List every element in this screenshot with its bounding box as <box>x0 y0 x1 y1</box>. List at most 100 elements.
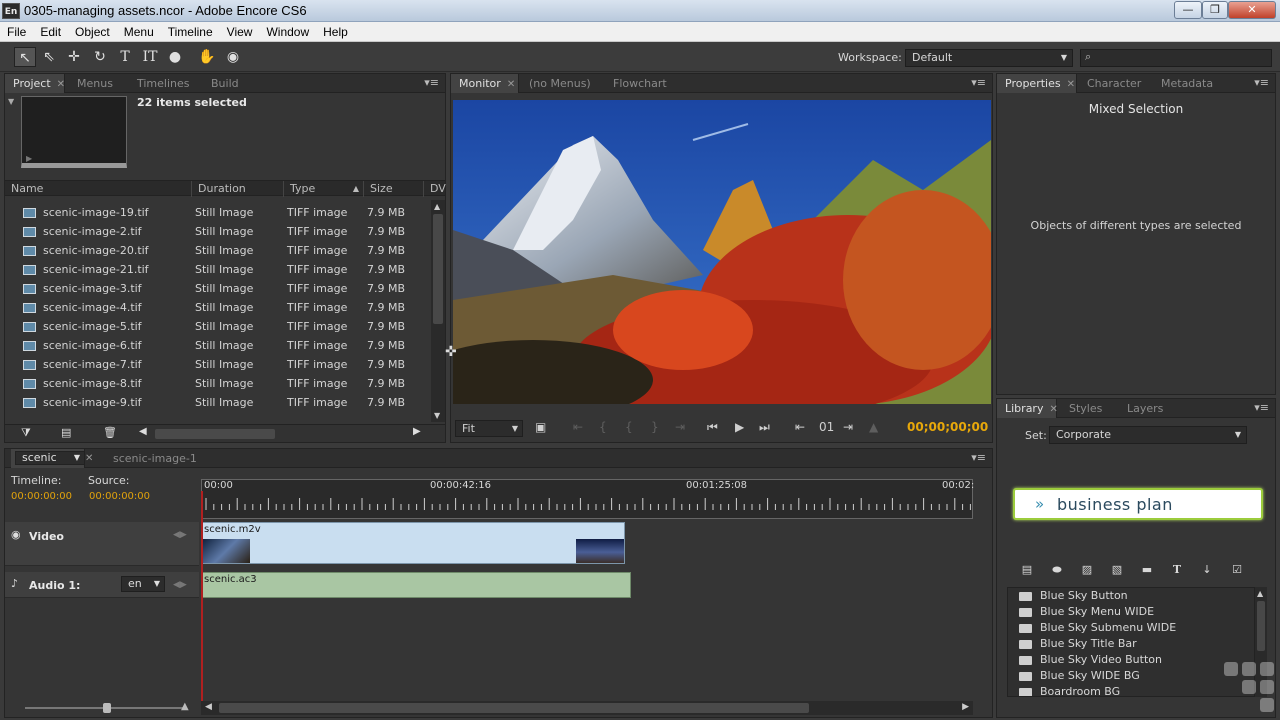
close-icon[interactable]: ✕ <box>1067 79 1075 90</box>
keyframe-nav-icon[interactable]: ◀▶ <box>173 530 187 540</box>
step-back-icon[interactable]: ⏮ <box>707 420 718 435</box>
panel-menu-icon[interactable]: ▾≡ <box>1254 76 1269 89</box>
menu-help[interactable]: Help <box>316 22 355 42</box>
replace-icon[interactable]: ↓ <box>1197 562 1217 578</box>
tab-no-menus[interactable]: (no Menus) <box>521 74 605 93</box>
move-tool-icon[interactable]: ✛ <box>63 47 85 67</box>
tab-build[interactable]: Build <box>203 74 253 93</box>
disclosure-triangle-icon[interactable]: ▼ <box>8 97 14 106</box>
column-name[interactable]: Name <box>5 181 189 197</box>
close-icon[interactable]: ✕ <box>507 79 515 90</box>
table-row[interactable]: scenic-image-5.tif Still Image TIFF image 7… <box>5 317 431 336</box>
rotate-tool-icon[interactable]: ↻ <box>89 47 111 67</box>
list-item[interactable]: Boardroom BG <box>1008 684 1254 696</box>
tab-metadata[interactable]: Metadata <box>1153 74 1229 93</box>
table-row[interactable]: scenic-image-20.tif Still Image TIFF image… <box>5 241 431 260</box>
tab-layers[interactable]: Layers <box>1119 399 1179 418</box>
menu-object[interactable]: Object <box>68 22 117 42</box>
play-icon[interactable]: ▶ <box>26 154 32 163</box>
add-chapter-icon[interactable]: ▲ <box>869 420 878 434</box>
menu-timeline[interactable]: Timeline <box>161 22 220 42</box>
button-filter-icon[interactable]: ⬬ <box>1047 562 1067 578</box>
video-clip[interactable]: scenic.m2v <box>201 522 625 564</box>
timeline-timecode[interactable]: 00:00:00:00 <box>11 491 72 502</box>
menu-file[interactable]: File <box>0 22 33 42</box>
text-tool-icon[interactable]: T <box>114 47 136 67</box>
audio-clip[interactable]: scenic.ac3 <box>201 572 631 598</box>
tab-styles[interactable]: Styles <box>1061 399 1117 418</box>
menu-window[interactable]: Window <box>259 22 316 42</box>
column-dv[interactable]: DV <box>423 181 446 197</box>
scroll-left-icon[interactable]: ◀ <box>205 702 212 712</box>
scroll-thumb[interactable] <box>219 703 809 713</box>
speaker-icon[interactable]: ♪ <box>11 577 18 590</box>
tab-character[interactable]: Character <box>1079 74 1153 93</box>
panel-menu-icon[interactable]: ▾≡ <box>971 76 986 89</box>
scroll-right-icon[interactable]: ▶ <box>962 702 969 712</box>
horizontal-scroll-thumb[interactable] <box>155 429 275 439</box>
scroll-up-icon[interactable]: ▲ <box>1257 589 1263 598</box>
source-timecode[interactable]: 00:00:00:00 <box>89 491 150 502</box>
eye-icon[interactable]: ◉ <box>11 528 21 541</box>
new-item-icon[interactable]: ▤ <box>61 426 71 439</box>
table-row[interactable]: scenic-image-19.tif Still Image TIFF image… <box>5 203 431 222</box>
maximize-button[interactable]: ❐ <box>1202 1 1228 19</box>
column-size[interactable]: Size <box>363 181 423 197</box>
previous-chapter-icon[interactable]: ⇤ <box>795 420 805 434</box>
zoom-in-icon[interactable]: ▲ <box>181 701 189 712</box>
step-forward-icon[interactable]: ⏭ <box>759 420 770 435</box>
list-item[interactable]: Blue Sky Title Bar <box>1008 636 1254 652</box>
monitor-timecode[interactable]: 00;00;00;00 <box>907 420 988 434</box>
minimize-button[interactable]: — <box>1174 1 1202 19</box>
menu-filter-icon[interactable]: ▤ <box>1017 562 1037 578</box>
list-item[interactable]: Blue Sky WIDE BG <box>1008 668 1254 684</box>
project-vertical-scrollbar[interactable]: ▲ ▼ <box>431 200 445 422</box>
panel-menu-icon[interactable]: ▾≡ <box>1254 401 1269 414</box>
column-type[interactable]: Type ▲ <box>283 181 363 197</box>
safe-area-icon[interactable]: ▣ <box>535 420 546 434</box>
table-row[interactable]: scenic-image-6.tif Still Image TIFF image 7… <box>5 336 431 355</box>
panel-menu-icon[interactable]: ▾≡ <box>424 76 439 89</box>
time-ruler[interactable]: 00:00 00:00:42:16 00:01:25:08 00:02: <box>201 479 974 519</box>
add-marker-icon[interactable]: ⇥ <box>675 420 685 434</box>
table-row[interactable]: scenic-image-2.tif Still Image TIFF image 7… <box>5 222 431 241</box>
tab-library[interactable]: Library ✕ <box>997 399 1058 418</box>
zoom-slider[interactable] <box>25 703 185 713</box>
background-filter-icon[interactable]: ▧ <box>1107 562 1127 578</box>
workspace-dropdown[interactable]: Default ▼ <box>905 49 1073 67</box>
close-icon[interactable]: ✕ <box>57 79 65 90</box>
zoom-tool-icon[interactable]: ● <box>164 47 186 67</box>
menu-view[interactable]: View <box>220 22 260 42</box>
list-item[interactable]: Blue Sky Menu WIDE <box>1008 604 1254 620</box>
resize-handle-icon[interactable]: ✜ <box>445 344 457 360</box>
text-filter-icon[interactable]: T <box>1167 562 1187 578</box>
direct-select-tool-icon[interactable]: ⇖ <box>38 47 60 67</box>
folder-filter-icon[interactable]: ▬ <box>1137 562 1157 578</box>
image-filter-icon[interactable]: ▨ <box>1077 562 1097 578</box>
tab-scenic[interactable]: scenic ▼ <box>11 449 85 468</box>
playhead[interactable] <box>201 491 203 713</box>
tab-project[interactable]: Project ✕ <box>5 74 65 93</box>
play-icon[interactable]: ▶ <box>735 420 744 434</box>
next-chapter-icon[interactable]: ⇥ <box>843 420 853 434</box>
timeline-horizontal-scrollbar[interactable]: ◀ ▶ <box>201 701 973 715</box>
menu-edit[interactable]: Edit <box>33 22 68 42</box>
place-icon[interactable]: ☑ <box>1227 562 1247 578</box>
zoom-fit-dropdown[interactable]: Fit ▼ <box>455 420 523 437</box>
table-row[interactable]: scenic-image-4.tif Still Image TIFF image 7… <box>5 298 431 317</box>
preview-from-here-icon[interactable]: ◉ <box>222 47 244 67</box>
table-row[interactable]: scenic-image-9.tif Still Image TIFF image 7… <box>5 393 431 408</box>
scroll-thumb[interactable] <box>433 214 443 324</box>
timeline-select[interactable]: scenic ▼ <box>15 451 85 465</box>
close-icon[interactable]: ✕ <box>85 449 93 468</box>
selection-tool-icon[interactable]: ↖ <box>14 47 36 67</box>
scroll-left-icon[interactable]: ◀ <box>139 426 147 437</box>
audio-language-dropdown[interactable]: en ▼ <box>121 576 165 592</box>
tab-timelines[interactable]: Timelines <box>129 74 201 93</box>
scroll-thumb[interactable] <box>1257 601 1265 651</box>
tab-properties[interactable]: Properties ✕ <box>997 74 1077 93</box>
close-icon[interactable]: ✕ <box>1049 404 1057 415</box>
close-window-button[interactable]: ✕ <box>1228 1 1276 19</box>
set-in-icon[interactable]: { <box>599 420 607 434</box>
vertical-text-tool-icon[interactable]: IT <box>139 47 161 67</box>
